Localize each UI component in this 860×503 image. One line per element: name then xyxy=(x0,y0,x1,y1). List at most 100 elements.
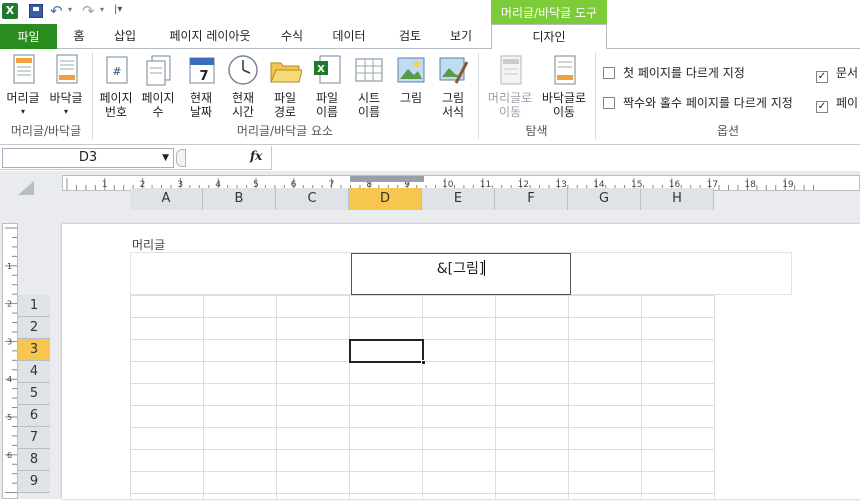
undo-dropdown-icon[interactable]: ▾ xyxy=(68,5,72,14)
checkbox-scale-with-document[interactable]: ✓ 문서 xyxy=(816,66,858,83)
file-path-button[interactable]: 파일 경로 xyxy=(265,53,305,119)
row-header-3[interactable]: 3 xyxy=(18,339,50,361)
ruler-ticks: 1 2 3 4 5 6 xyxy=(5,227,17,494)
tab-formulas[interactable]: 수식 xyxy=(275,24,309,49)
picture-button[interactable]: 그림 xyxy=(391,53,431,105)
current-date-button[interactable]: 7 현재 날짜 xyxy=(181,53,221,119)
excel-icon[interactable]: X xyxy=(2,3,18,19)
select-all-triangle xyxy=(18,181,34,195)
tab-data[interactable]: 데이터 xyxy=(326,24,372,49)
group-label-options: 옵션 xyxy=(716,124,740,138)
tab-view[interactable]: 보기 xyxy=(442,24,480,49)
row-header-1[interactable]: 1 xyxy=(18,295,50,317)
select-all-corner[interactable] xyxy=(0,171,62,211)
fill-handle[interactable] xyxy=(421,360,426,365)
ruler-highlight xyxy=(350,176,424,182)
tab-review[interactable]: 검토 xyxy=(390,24,430,49)
gridline xyxy=(203,295,204,499)
go-to-footer-button[interactable]: 바닥글로 이동 xyxy=(538,53,590,119)
column-header-e[interactable]: E xyxy=(422,188,495,210)
ruler-number: 6 xyxy=(7,451,12,460)
checkmark-icon[interactable]: ✓ xyxy=(816,71,828,83)
row-header-6[interactable]: 6 xyxy=(18,405,50,427)
page-number-button[interactable]: # 페이지 번호 xyxy=(96,53,136,119)
svg-text:7: 7 xyxy=(199,69,208,84)
tab-file[interactable]: 파일 xyxy=(0,24,57,50)
customize-qat-icon[interactable]: |▾ xyxy=(114,4,122,15)
active-cell[interactable] xyxy=(349,339,426,365)
gridline xyxy=(130,493,715,494)
column-header-h[interactable]: H xyxy=(641,188,714,210)
row-header-7[interactable]: 7 xyxy=(18,427,50,449)
row-header-4[interactable]: 4 xyxy=(18,361,50,383)
column-header-b[interactable]: B xyxy=(203,188,276,210)
row-header-5[interactable]: 5 xyxy=(18,383,50,405)
name-box[interactable]: D3 ▼ xyxy=(2,148,174,168)
formula-bar-splitter[interactable] xyxy=(176,149,186,167)
column-headers: ABCDEFGH xyxy=(130,188,715,210)
tab-page-layout[interactable]: 페이지 레이아웃 xyxy=(160,24,260,49)
clock-icon xyxy=(226,53,260,87)
column-header-d[interactable]: D xyxy=(349,188,422,210)
footer-icon xyxy=(49,53,83,87)
ruler-number: 1 xyxy=(102,180,108,190)
file-name-button[interactable]: X 파일 이름 xyxy=(307,53,347,119)
cell-grid[interactable] xyxy=(130,295,715,499)
save-icon[interactable] xyxy=(29,4,43,18)
gridline xyxy=(641,295,642,499)
header-center-section[interactable]: &[그림] xyxy=(351,253,571,295)
go-to-header-button[interactable]: 머리글로 이동 xyxy=(483,53,537,119)
picture-icon xyxy=(394,53,428,87)
worksheet-area: 1 2 3 4 5 6 7 8 9 10 11 12 13 14 15 16 17 18 19 ABCDEFGH 1… xyxy=(0,171,860,499)
formula-input[interactable] xyxy=(271,146,860,170)
sheet-name-button[interactable]: 시트 이름 xyxy=(349,53,389,119)
column-header-f[interactable]: F xyxy=(495,188,568,210)
header-button[interactable]: 머리글 ▾ xyxy=(3,53,43,119)
ruler-number: 5 xyxy=(7,413,12,422)
redo-dropdown-icon[interactable]: ▾ xyxy=(100,5,104,14)
checkbox-different-first-page[interactable]: 첫 페이지를 다르게 지정 xyxy=(603,66,745,80)
header-icon xyxy=(6,53,40,87)
ruler-number: 1 xyxy=(7,262,12,271)
format-picture-button[interactable]: 그림 서식 xyxy=(433,53,473,119)
checkmark-icon[interactable]: ✓ xyxy=(816,101,828,113)
chevron-down-icon: ▾ xyxy=(20,107,25,116)
svg-text:#: # xyxy=(112,65,121,78)
gridline xyxy=(130,471,715,472)
row-header-9[interactable]: 9 xyxy=(18,471,50,493)
checkbox-icon[interactable] xyxy=(603,67,615,79)
undo-icon[interactable]: ↶ xyxy=(50,2,63,20)
current-time-button[interactable]: 현재 시간 xyxy=(223,53,263,119)
calendar-icon: 7 xyxy=(184,53,218,87)
checkbox-icon[interactable] xyxy=(603,97,615,109)
context-tab-header: 머리글/바닥글 도구 xyxy=(491,0,607,26)
gridline xyxy=(130,317,715,318)
svg-text:X: X xyxy=(317,64,325,75)
tab-insert[interactable]: 삽입 xyxy=(108,24,142,49)
formula-bar: D3 ▼ fx xyxy=(0,146,860,170)
header-label: 머리글 xyxy=(132,238,166,252)
row-header-8[interactable]: 8 xyxy=(18,449,50,471)
gridline xyxy=(130,295,715,296)
column-header-g[interactable]: G xyxy=(568,188,641,210)
fx-icon[interactable]: fx xyxy=(250,149,262,163)
column-header-a[interactable]: A xyxy=(130,188,203,210)
ribbon-tabs: 홈 삽입 페이지 레이아웃 수식 데이터 검토 보기 xyxy=(0,24,860,49)
go-to-header-icon xyxy=(493,53,527,87)
gridline xyxy=(422,295,423,499)
page-layout-sheet[interactable]: 머리글 &[그림] xyxy=(62,224,860,499)
chevron-down-icon[interactable]: ▼ xyxy=(162,149,169,167)
tab-home[interactable]: 홈 xyxy=(64,24,94,49)
tab-design[interactable]: 디자인 xyxy=(491,24,607,50)
checkbox-different-odd-even[interactable]: 짝수와 홀수 페이지를 다르게 지정 xyxy=(603,96,793,110)
gridline xyxy=(130,383,715,384)
column-header-c[interactable]: C xyxy=(276,188,349,210)
checkbox-align-page-margins[interactable]: ✓ 페이 xyxy=(816,96,858,113)
ruler-number: 4 xyxy=(7,375,12,384)
page-count-button[interactable]: 페이지 수 xyxy=(138,53,178,119)
redo-icon[interactable]: ↷ xyxy=(82,2,95,20)
gridline xyxy=(276,295,277,499)
row-header-2[interactable]: 2 xyxy=(18,317,50,339)
footer-button[interactable]: 바닥글 ▾ xyxy=(45,53,87,119)
text-cursor xyxy=(484,260,486,276)
